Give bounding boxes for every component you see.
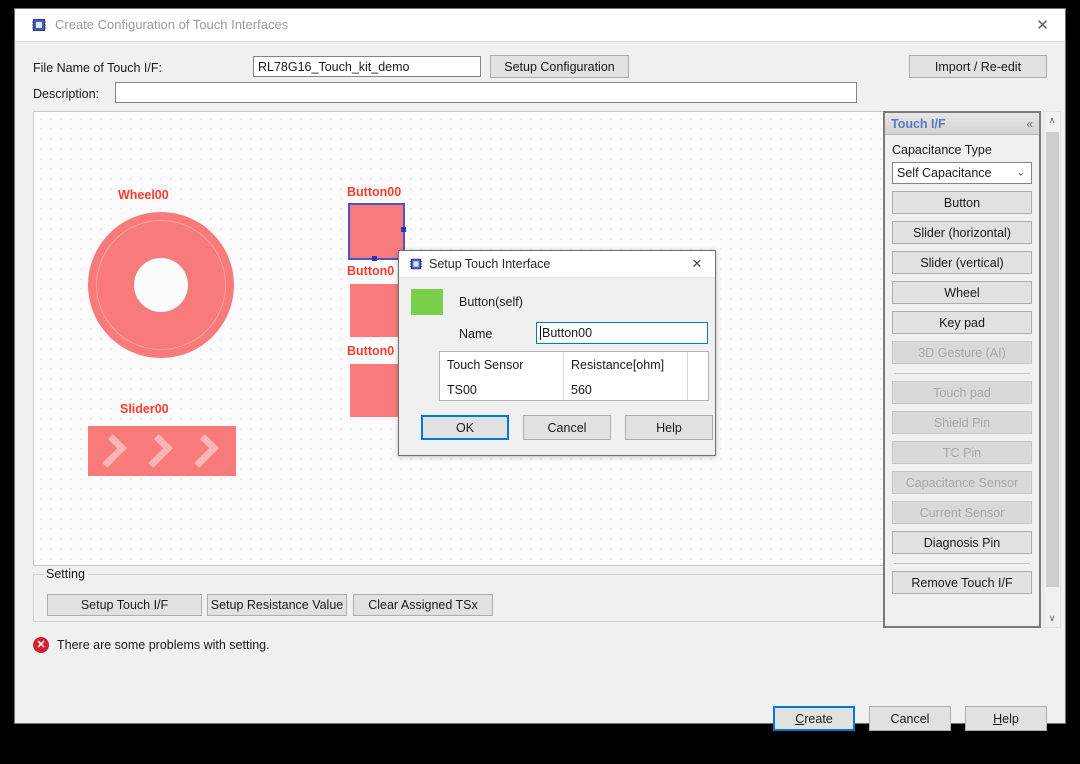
shape-label-button01: Button0	[347, 264, 395, 278]
interface-type-label: Button(self)	[459, 295, 523, 309]
table-cell[interactable]: TS00	[440, 377, 563, 402]
add-shield-pin-button: Shield Pin	[892, 411, 1032, 434]
table-column-resistance: Resistance[ohm] 560	[564, 352, 688, 400]
shape-button00[interactable]	[348, 203, 406, 261]
status-message-row: ✕ There are some problems with setting.	[33, 637, 270, 653]
dialog-title: Setup Touch Interface	[429, 257, 551, 271]
chevron-icon	[93, 434, 127, 468]
shape-wheel00[interactable]	[88, 212, 234, 358]
touch-if-panel-header: Touch I/F «	[885, 113, 1039, 135]
dialog-cancel-button[interactable]: Cancel	[523, 415, 611, 440]
table-column-touch-sensor: Touch Sensor TS00	[440, 352, 564, 400]
shape-button02[interactable]	[350, 364, 403, 417]
chevron-up-icon[interactable]: «	[1026, 117, 1033, 131]
resize-handle[interactable]	[401, 227, 406, 232]
filename-input[interactable]	[253, 56, 481, 77]
scroll-down-icon[interactable]: ∨	[1044, 610, 1060, 627]
help-button[interactable]: Help	[965, 706, 1047, 731]
filename-label: File Name of Touch I/F:	[33, 61, 162, 75]
chevron-icon	[139, 434, 173, 468]
shape-label-button00: Button00	[347, 185, 402, 199]
add-slider-vertical-button[interactable]: Slider (vertical)	[892, 251, 1032, 274]
panel-divider	[894, 563, 1030, 564]
text-caret	[540, 326, 541, 340]
dialog-help-button[interactable]: Help	[625, 415, 713, 440]
shape-label-slider00: Slider00	[120, 402, 169, 416]
table-cell[interactable]: 560	[564, 377, 687, 402]
panel-divider	[894, 373, 1030, 374]
main-window: Create Configuration of Touch Interfaces…	[14, 8, 1066, 731]
remove-touch-if-button[interactable]: Remove Touch I/F	[892, 571, 1032, 594]
capacitance-type-value: Self Capacitance	[897, 166, 992, 180]
add-key-pad-button[interactable]: Key pad	[892, 311, 1032, 334]
close-icon[interactable]: ✕	[679, 251, 715, 277]
create-accel: C	[795, 711, 805, 726]
setup-touch-if-button[interactable]: Setup Touch I/F	[47, 594, 202, 616]
window-title: Create Configuration of Touch Interfaces	[55, 17, 289, 32]
setup-resistance-value-button[interactable]: Setup Resistance Value	[207, 594, 347, 616]
add-current-sensor-button: Current Sensor	[892, 501, 1032, 524]
chip-icon	[31, 17, 47, 33]
add-3d-gesture-button: 3D Gesture (AI)	[892, 341, 1032, 364]
add-capacitance-sensor-button: Capacitance Sensor	[892, 471, 1032, 494]
table-column-spacer	[688, 352, 708, 400]
shape-label-button02: Button0	[347, 344, 395, 358]
dialog-titlebar: Setup Touch Interface ✕	[399, 251, 715, 278]
color-swatch	[411, 289, 443, 315]
table-cell	[688, 377, 708, 402]
clear-assigned-tsx-button[interactable]: Clear Assigned TSx	[353, 594, 493, 616]
description-label: Description:	[33, 87, 99, 101]
name-input[interactable]: Button00	[536, 322, 708, 344]
add-touch-pad-button: Touch pad	[892, 381, 1032, 404]
help-rest: elp	[1002, 711, 1019, 726]
chevron-down-icon: ⌄	[1016, 167, 1025, 179]
setting-group-legend: Setting	[43, 567, 88, 581]
error-icon: ✕	[33, 637, 49, 653]
capacitance-type-label: Capacitance Type	[892, 143, 992, 157]
shape-slider00[interactable]	[88, 426, 236, 476]
touch-if-panel-body: Capacitance Type Self Capacitance ⌄ Butt…	[885, 135, 1039, 594]
touch-if-panel-title: Touch I/F	[891, 116, 946, 131]
add-tc-pin-button: TC Pin	[892, 441, 1032, 464]
add-wheel-button[interactable]: Wheel	[892, 281, 1032, 304]
touch-sensor-table: Touch Sensor TS00 Resistance[ohm] 560	[439, 351, 709, 401]
cancel-button[interactable]: Cancel	[869, 706, 951, 731]
shape-button01[interactable]	[350, 284, 403, 337]
status-message: There are some problems with setting.	[57, 638, 270, 652]
panel-scrollbar[interactable]: ∧ ∨	[1043, 111, 1061, 628]
name-input-value: Button00	[542, 326, 593, 340]
add-slider-horizontal-button[interactable]: Slider (horizontal)	[892, 221, 1032, 244]
touch-if-panel: Touch I/F « Capacitance Type Self Capaci…	[883, 111, 1041, 628]
add-button-button[interactable]: Button	[892, 191, 1032, 214]
table-header-cell: Resistance[ohm]	[571, 357, 665, 372]
dialog-ok-button[interactable]: OK	[421, 415, 509, 440]
chip-icon	[409, 257, 423, 271]
capacitance-type-select[interactable]: Self Capacitance ⌄	[892, 162, 1032, 184]
create-rest: reate	[804, 711, 833, 726]
scrollbar-thumb[interactable]	[1046, 132, 1059, 587]
description-input[interactable]	[115, 82, 857, 103]
table-header-cell: Touch Sensor	[447, 357, 524, 372]
setup-touch-interface-dialog: Setup Touch Interface ✕ Button(self) Nam…	[398, 250, 716, 456]
close-icon[interactable]: ✕	[1020, 9, 1065, 41]
scroll-up-icon[interactable]: ∧	[1044, 112, 1060, 129]
resize-handle[interactable]	[372, 256, 377, 261]
setup-configuration-button[interactable]: Setup Configuration	[490, 55, 629, 78]
help-accel: H	[993, 711, 1003, 726]
import-reedit-button[interactable]: Import / Re-edit	[909, 55, 1047, 78]
shape-label-wheel00: Wheel00	[118, 188, 169, 202]
chevron-icon	[185, 434, 219, 468]
name-label: Name	[459, 327, 493, 341]
create-button[interactable]: Create	[773, 706, 855, 731]
window-titlebar: Create Configuration of Touch Interfaces…	[15, 9, 1065, 42]
add-diagnosis-pin-button[interactable]: Diagnosis Pin	[892, 531, 1032, 554]
table-header-cell	[688, 352, 708, 377]
